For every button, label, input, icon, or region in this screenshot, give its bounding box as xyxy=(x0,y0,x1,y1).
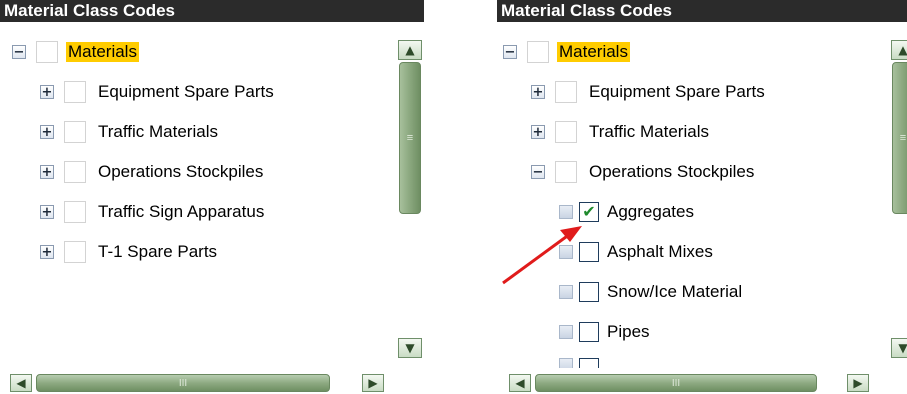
scroll-thumb[interactable]: III xyxy=(36,374,330,392)
node-checkbox[interactable] xyxy=(555,81,577,103)
node-checkbox[interactable] xyxy=(555,121,577,143)
expand-icon[interactable]: + xyxy=(40,205,54,219)
horizontal-scrollbar[interactable]: ◀ III ▶ xyxy=(0,372,400,394)
node-label[interactable]: Equipment Spare Parts xyxy=(98,82,274,102)
expand-icon[interactable]: + xyxy=(531,125,545,139)
node-label[interactable]: Snow/Ice Material xyxy=(607,282,742,302)
node-label[interactable]: Equipment Spare Parts xyxy=(589,82,765,102)
node-label[interactable]: Traffic Materials xyxy=(98,122,218,142)
scroll-left-icon[interactable]: ◀ xyxy=(10,374,32,392)
node-label[interactable]: T-1 Spare Parts xyxy=(98,242,217,262)
node-label[interactable]: Aggregates xyxy=(607,202,694,222)
scroll-left-icon[interactable]: ◀ xyxy=(509,374,531,392)
collapse-icon[interactable]: − xyxy=(12,45,26,59)
tree-node-equipment-spare-parts[interactable]: + Equipment Spare Parts xyxy=(531,78,765,106)
scroll-right-icon[interactable]: ▶ xyxy=(362,374,384,392)
node-label[interactable]: Materials xyxy=(66,42,139,62)
node-checkbox[interactable] xyxy=(64,121,86,143)
horizontal-scrollbar[interactable]: ◀ III ▶ xyxy=(497,372,897,394)
leaf-node-icon xyxy=(559,245,573,259)
collapse-icon[interactable]: − xyxy=(503,45,517,59)
scroll-right-icon[interactable]: ▶ xyxy=(847,374,869,392)
tree-node-partial xyxy=(559,358,599,368)
expand-icon[interactable]: + xyxy=(40,85,54,99)
tree-node-traffic-materials[interactable]: + Traffic Materials xyxy=(531,118,709,146)
checkmark-icon: ✔ xyxy=(582,202,596,221)
tree-node-traffic-materials[interactable]: + Traffic Materials xyxy=(40,118,218,146)
tree-node-pipes[interactable]: Pipes xyxy=(559,318,650,346)
scroll-up-icon[interactable]: ▲ xyxy=(398,40,422,60)
node-label[interactable]: Materials xyxy=(557,42,630,62)
scroll-down-icon[interactable]: ▼ xyxy=(891,338,907,358)
node-checkbox[interactable] xyxy=(579,282,599,302)
node-checkbox[interactable] xyxy=(579,358,599,368)
vertical-scrollbar[interactable]: ▲ ≡ ▼ xyxy=(396,40,424,360)
tree-node-operations-stockpiles[interactable]: + Operations Stockpiles xyxy=(40,158,263,186)
node-checkbox[interactable] xyxy=(64,201,86,223)
node-checkbox[interactable] xyxy=(64,241,86,263)
node-checkbox[interactable] xyxy=(64,161,86,183)
panel-title: Material Class Codes xyxy=(497,0,907,22)
node-checkbox[interactable] xyxy=(579,322,599,342)
leaf-node-icon xyxy=(559,205,573,219)
node-label[interactable]: Asphalt Mixes xyxy=(607,242,713,262)
leaf-node-icon xyxy=(559,285,573,299)
leaf-node-icon xyxy=(559,325,573,339)
node-checkbox[interactable] xyxy=(527,41,549,63)
right-tree-panel: Material Class Codes − Materials + Equip… xyxy=(497,0,907,394)
expand-icon[interactable]: + xyxy=(40,165,54,179)
node-checkbox[interactable] xyxy=(64,81,86,103)
node-checkbox[interactable] xyxy=(555,161,577,183)
tree-node-traffic-sign-apparatus[interactable]: + Traffic Sign Apparatus xyxy=(40,198,264,226)
tree-node-equipment-spare-parts[interactable]: + Equipment Spare Parts xyxy=(40,78,274,106)
expand-icon[interactable]: + xyxy=(40,125,54,139)
node-label[interactable]: Operations Stockpiles xyxy=(589,162,754,182)
scroll-thumb[interactable]: ≡ xyxy=(399,62,421,214)
tree-node-t1-spare-parts[interactable]: + T-1 Spare Parts xyxy=(40,238,217,266)
expand-icon[interactable]: + xyxy=(40,245,54,259)
vertical-scrollbar[interactable]: ▲ ≡ ▼ xyxy=(889,40,907,360)
tree-node-aggregates[interactable]: ✔ Aggregates xyxy=(559,198,694,226)
collapse-icon[interactable]: − xyxy=(531,165,545,179)
node-label[interactable]: Operations Stockpiles xyxy=(98,162,263,182)
node-label[interactable]: Traffic Sign Apparatus xyxy=(98,202,264,222)
expand-icon[interactable]: + xyxy=(531,85,545,99)
node-checkbox[interactable] xyxy=(36,41,58,63)
tree-node-asphalt-mixes[interactable]: Asphalt Mixes xyxy=(559,238,713,266)
node-label[interactable]: Pipes xyxy=(607,322,650,342)
tree-node-materials[interactable]: − Materials xyxy=(12,38,139,66)
tree-node-materials[interactable]: − Materials xyxy=(503,38,630,66)
left-tree-panel: Material Class Codes − Materials + Equip… xyxy=(0,0,424,394)
leaf-node-icon xyxy=(559,358,573,368)
panel-title: Material Class Codes xyxy=(0,0,424,22)
scroll-down-icon[interactable]: ▼ xyxy=(398,338,422,358)
scroll-thumb[interactable]: ≡ xyxy=(892,62,907,214)
node-label[interactable]: Traffic Materials xyxy=(589,122,709,142)
tree-node-operations-stockpiles[interactable]: − Operations Stockpiles xyxy=(531,158,754,186)
scroll-up-icon[interactable]: ▲ xyxy=(891,40,907,60)
tree-node-snow-ice-material[interactable]: Snow/Ice Material xyxy=(559,278,742,306)
node-checkbox[interactable] xyxy=(579,242,599,262)
scroll-thumb[interactable]: III xyxy=(535,374,817,392)
node-checkbox-checked[interactable]: ✔ xyxy=(579,202,599,222)
